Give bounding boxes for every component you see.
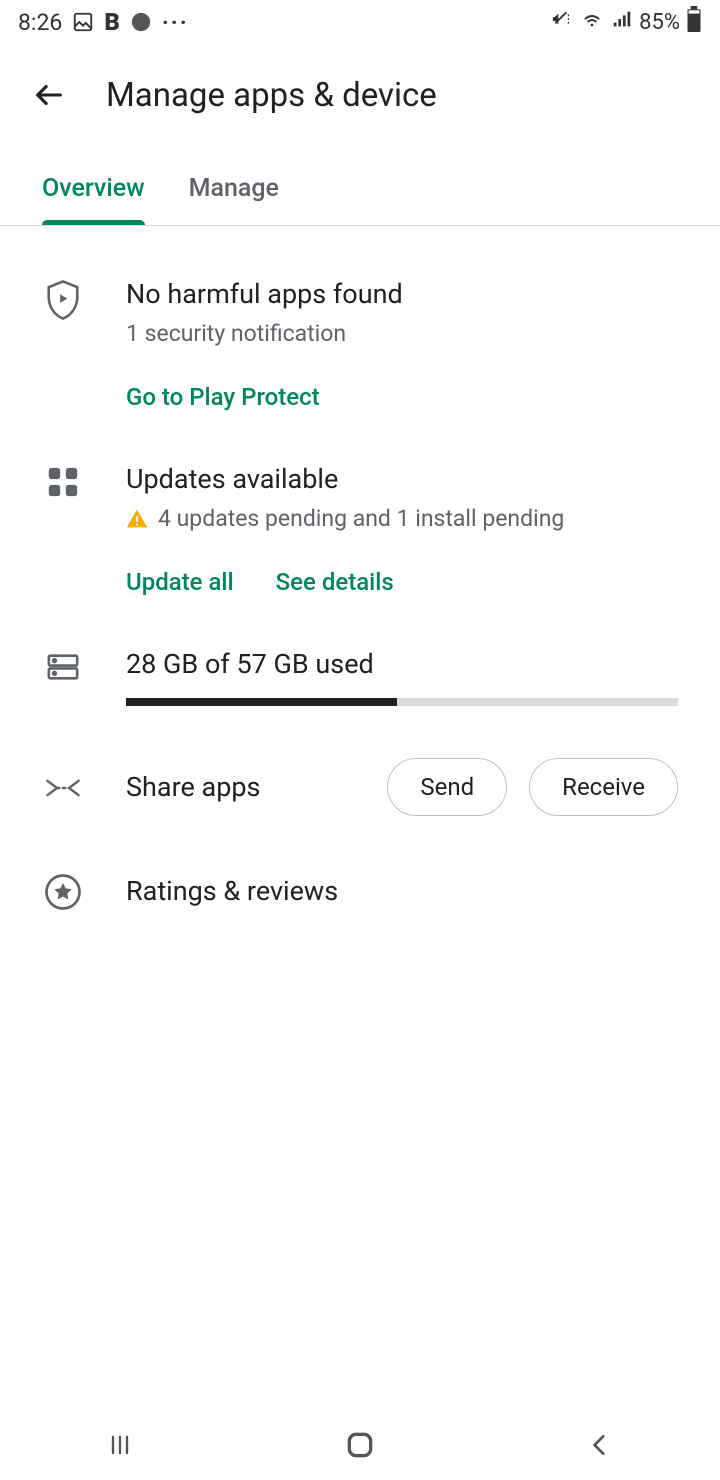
- updates-section[interactable]: Updates available 4 updates pending and …: [42, 411, 678, 596]
- see-details-button[interactable]: See details: [276, 568, 394, 596]
- bold-b-icon: B: [104, 8, 120, 36]
- status-right: 85%: [551, 6, 702, 38]
- storage-progress: [126, 698, 678, 706]
- app-circle-icon: [130, 11, 152, 33]
- share-icon: [42, 773, 84, 803]
- go-to-play-protect-button[interactable]: Go to Play Protect: [126, 383, 320, 411]
- app-bar: Manage apps & device: [0, 44, 720, 146]
- system-nav-bar: [0, 1410, 720, 1480]
- shield-play-icon: [42, 280, 84, 411]
- protect-subtitle: 1 security notification: [126, 320, 678, 347]
- battery-pct: 85%: [639, 10, 680, 35]
- receive-button[interactable]: Receive: [529, 758, 678, 816]
- nav-home-button[interactable]: [336, 1421, 384, 1469]
- protect-title: No harmful apps found: [126, 278, 678, 310]
- ratings-title: Ratings & reviews: [126, 875, 338, 907]
- battery-icon: [686, 6, 702, 38]
- status-left: 8:26 B ···: [18, 8, 189, 36]
- updates-title: Updates available: [126, 463, 678, 495]
- wifi-icon: [579, 8, 605, 36]
- warning-icon: [126, 508, 148, 530]
- tab-manage[interactable]: Manage: [189, 174, 279, 225]
- storage-label: 28 GB of 57 GB used: [126, 648, 678, 680]
- back-button[interactable]: [28, 74, 70, 116]
- storage-progress-fill: [126, 698, 397, 706]
- star-circle-icon: [42, 874, 84, 910]
- updates-subtitle: 4 updates pending and 1 install pending: [126, 505, 678, 532]
- tab-overview[interactable]: Overview: [42, 174, 145, 225]
- signal-icon: [611, 8, 633, 36]
- status-time: 8:26: [18, 9, 62, 36]
- play-protect-section[interactable]: No harmful apps found 1 security notific…: [42, 226, 678, 411]
- share-apps-section: Share apps Send Receive: [42, 706, 678, 816]
- gallery-icon: [72, 11, 94, 33]
- status-bar: 8:26 B ··· 85%: [0, 0, 720, 44]
- storage-icon: [42, 650, 84, 706]
- send-button[interactable]: Send: [387, 758, 507, 816]
- apps-grid-icon: [42, 465, 84, 596]
- updates-subtitle-text: 4 updates pending and 1 install pending: [158, 505, 564, 532]
- ratings-reviews-section[interactable]: Ratings & reviews: [42, 816, 678, 910]
- page-title: Manage apps & device: [106, 76, 437, 115]
- update-all-button[interactable]: Update all: [126, 568, 234, 596]
- share-title: Share apps: [126, 771, 365, 803]
- nav-recents-button[interactable]: [96, 1421, 144, 1469]
- nav-back-button[interactable]: [576, 1421, 624, 1469]
- tabs: Overview Manage: [0, 174, 720, 226]
- mute-vibrate-icon: [551, 8, 573, 36]
- storage-section[interactable]: 28 GB of 57 GB used: [42, 596, 678, 706]
- more-notifications-icon: ···: [162, 9, 189, 36]
